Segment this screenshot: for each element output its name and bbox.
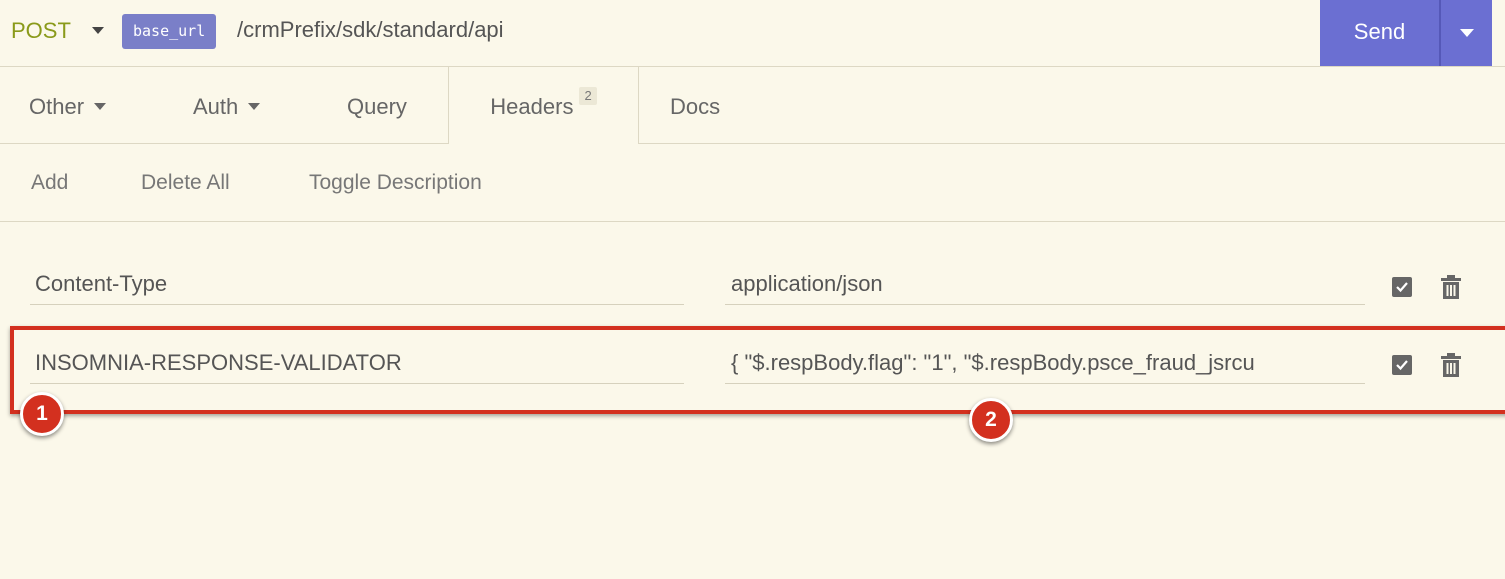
tab-docs[interactable]: Docs [670,67,720,143]
headers-count-badge: 2 [579,87,597,105]
annotation-highlight-box [10,326,1505,414]
headers-toolbar: Add Delete All Toggle Description [0,144,1505,222]
annotation-marker-2: 2 [969,398,1013,442]
caret-down-icon [248,102,261,110]
trash-icon[interactable] [1440,274,1462,300]
chevron-down-icon [1460,29,1474,37]
tab-label: Other [29,94,85,119]
url-variable-tag[interactable]: base_url [122,14,217,49]
annotation-marker-1: 1 [20,392,64,436]
header-value-text: application/json [731,271,883,296]
send-button[interactable]: Send [1320,0,1439,66]
method-dropdown-icon[interactable] [92,27,104,34]
method-selector[interactable]: POST [11,18,71,44]
header-enabled-checkbox[interactable] [1392,277,1412,297]
tab-label: Headers [490,94,574,119]
url-bar: POST base_url /crmPrefix/sdk/standard/ap… [0,0,1505,67]
tab-label: Docs [670,94,721,119]
caret-down-icon [94,102,107,110]
tab-label: Auth [193,94,239,119]
header-name-input[interactable]: Content-Type [30,264,684,305]
send-options-button[interactable] [1441,0,1492,66]
delete-all-button[interactable]: Delete All [141,171,230,195]
toggle-description-button[interactable]: Toggle Description [309,171,482,195]
tab-other[interactable]: Other [29,67,107,143]
add-header-button[interactable]: Add [31,171,68,195]
header-name-text: Content-Type [35,271,168,296]
request-tabs: Other Auth Query Headers 2 Docs [0,67,1505,144]
tab-label: Query [347,94,407,119]
url-input[interactable]: /crmPrefix/sdk/standard/api [237,17,504,43]
tab-auth[interactable]: Auth [193,67,261,143]
tab-headers[interactable]: Headers 2 [448,67,639,144]
checkmark-icon [1396,282,1408,293]
tab-query[interactable]: Query [347,67,407,143]
header-value-input[interactable]: application/json [725,264,1365,305]
